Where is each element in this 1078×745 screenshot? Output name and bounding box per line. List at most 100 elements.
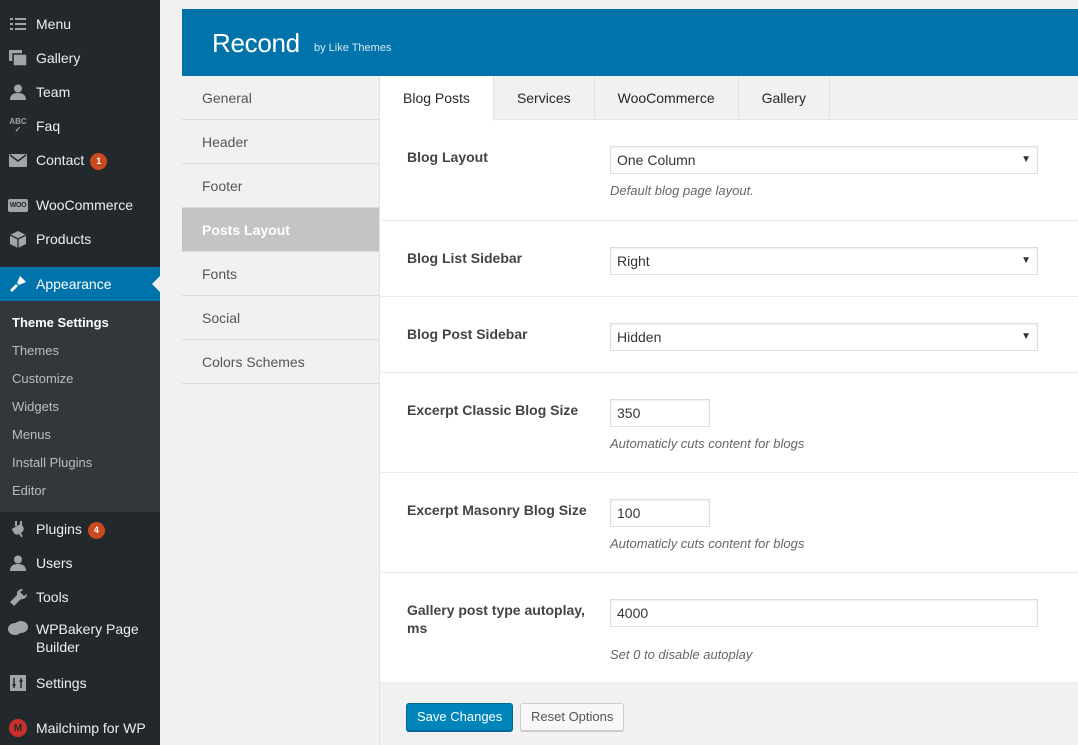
menu-item-label: Faq	[36, 118, 61, 134]
menu-item-label: Products	[36, 231, 92, 247]
field-label: Blog List Sidebar	[407, 250, 523, 266]
select-value: Right	[617, 253, 650, 269]
menu-item-team[interactable]: Team	[0, 75, 160, 109]
submenu-menus[interactable]: Menus	[0, 421, 160, 449]
appearance-icon	[0, 275, 36, 293]
nav-social[interactable]: Social	[182, 296, 379, 340]
menu-item-label: WooCommerce	[36, 197, 133, 213]
field-row-blog-post-sidebar: Blog Post Sidebar Hidden ▼	[380, 297, 1078, 373]
menu-item-label: Plugins	[36, 520, 82, 537]
submenu-editor[interactable]: Editor	[0, 477, 160, 505]
input-value: 350	[617, 405, 641, 421]
field-row-blog-layout: Blog Layout One Column ▼ Default blog pa…	[380, 120, 1078, 221]
menu-item-label: Tools	[36, 589, 69, 605]
excerpt-classic-input[interactable]: 350	[610, 399, 710, 427]
menu-item-appearance[interactable]: Appearance	[0, 267, 160, 301]
field-description: Automaticly cuts content for blogs	[610, 436, 805, 451]
tab-blog-posts[interactable]: Blog Posts	[380, 76, 494, 121]
select-value: One Column	[617, 152, 696, 168]
excerpt-masonry-input[interactable]: 100	[610, 499, 710, 527]
options-tabs: Blog Posts Services WooCommerce Gallery	[380, 76, 1078, 121]
menu-item-label: Users	[36, 555, 73, 571]
menu-item-label: Gallery	[36, 50, 81, 66]
blog-layout-select[interactable]: One Column ▼	[610, 146, 1038, 174]
menu-item-plugins[interactable]: Plugins 4	[0, 512, 160, 546]
options-content: Blog Posts Services WooCommerce Gallery …	[380, 76, 1078, 745]
submenu-widgets[interactable]: Widgets	[0, 393, 160, 421]
menu-item-settings[interactable]: Settings	[0, 666, 160, 700]
menu-item-users[interactable]: Users	[0, 546, 160, 580]
mailchimp-icon: M	[0, 719, 36, 737]
wpbakery-icon	[0, 621, 36, 635]
menu-item-mailchimp[interactable]: M Mailchimp for WP	[0, 711, 160, 745]
menu-item-woocommerce[interactable]: WOO WooCommerce	[0, 188, 160, 222]
reset-options-button[interactable]: Reset Options	[520, 703, 625, 731]
theme-author: by Like Themes	[314, 42, 392, 54]
field-description: Automaticly cuts content for blogs	[610, 536, 805, 551]
menu-item-products[interactable]: Products	[0, 222, 160, 256]
users-icon	[0, 555, 36, 571]
options-footer: Save Changes Reset Options	[380, 683, 1078, 745]
field-description: Default blog page layout.	[610, 183, 754, 198]
menu-item-faq[interactable]: ABC ✓ Faq	[0, 109, 160, 143]
menu-item-label: Settings	[36, 675, 87, 691]
field-row-blog-list-sidebar: Blog List Sidebar Right ▼	[380, 221, 1078, 297]
menu-icon	[0, 17, 36, 31]
menu-item-label: Appearance	[36, 276, 112, 292]
menu-item-wpbakery[interactable]: WPBakery Page Builder	[0, 616, 160, 660]
tab-woocommerce[interactable]: WooCommerce	[595, 76, 739, 120]
submenu-theme-settings[interactable]: Theme Settings	[0, 309, 160, 337]
menu-item-label: Mailchimp for WP	[36, 720, 146, 736]
nav-general[interactable]: General	[182, 76, 379, 120]
menu-item-label: Contact	[36, 151, 85, 168]
nav-fonts[interactable]: Fonts	[182, 252, 379, 296]
appearance-submenu: Theme Settings Themes Customize Widgets …	[0, 301, 160, 512]
products-icon	[0, 230, 36, 248]
tab-services[interactable]: Services	[494, 76, 595, 120]
theme-options-panel: Recond by Like Themes General Header Foo…	[182, 9, 1078, 745]
field-label: Blog Layout	[407, 149, 488, 165]
field-label: Excerpt Classic Blog Size	[407, 402, 579, 418]
blog-list-sidebar-select[interactable]: Right ▼	[610, 247, 1038, 275]
tools-icon	[0, 588, 36, 606]
contact-icon	[0, 153, 36, 167]
options-side-nav: General Header Footer Posts Layout Fonts…	[182, 76, 380, 745]
save-changes-button[interactable]: Save Changes	[406, 703, 514, 731]
gallery-icon	[0, 50, 36, 66]
admin-sidebar: Menu Gallery Team ABC ✓ Faq Contact 1 WOO …	[0, 0, 160, 745]
submenu-themes[interactable]: Themes	[0, 337, 160, 365]
submenu-install-plugins[interactable]: Install Plugins	[0, 449, 160, 477]
theme-header: Recond by Like Themes	[182, 9, 1078, 76]
input-value: 100	[617, 505, 641, 521]
nav-posts-layout[interactable]: Posts Layout	[182, 208, 379, 252]
plugins-icon	[0, 520, 36, 538]
faq-icon: ABC ✓	[9, 117, 27, 134]
notification-badge: 4	[87, 521, 105, 539]
select-value: Hidden	[617, 329, 662, 345]
menu-item-label: WPBakery Page Builder	[36, 621, 139, 655]
menu-item-tools[interactable]: Tools	[0, 580, 160, 614]
gallery-autoplay-input[interactable]: 4000	[610, 599, 1038, 627]
submenu-customize[interactable]: Customize	[0, 365, 160, 393]
field-row-excerpt-classic: Excerpt Classic Blog Size 350 Automaticl…	[380, 373, 1078, 473]
menu-item-label: Menu	[36, 16, 72, 32]
theme-title: Recond	[212, 28, 300, 58]
dropdown-arrow-icon: ▼	[1021, 255, 1031, 266]
menu-item-contact[interactable]: Contact 1	[0, 143, 160, 177]
nav-header[interactable]: Header	[182, 120, 379, 164]
blog-post-sidebar-select[interactable]: Hidden ▼	[610, 323, 1038, 351]
menu-item-gallery[interactable]: Gallery	[0, 41, 160, 75]
menu-item-menu[interactable]: Menu	[0, 7, 160, 41]
nav-colors-schemes[interactable]: Colors Schemes	[182, 340, 379, 384]
input-value: 4000	[617, 605, 649, 621]
tab-gallery[interactable]: Gallery	[739, 76, 830, 120]
field-label: Excerpt Masonry Blog Size	[407, 502, 587, 518]
field-row-excerpt-masonry: Excerpt Masonry Blog Size 100 Automaticl…	[380, 473, 1078, 573]
menu-item-label: Team	[36, 84, 71, 100]
field-row-gallery-autoplay: Gallery post type autoplay, ms 4000 Set …	[380, 573, 1078, 683]
team-icon	[0, 84, 36, 100]
field-label: Blog Post Sidebar	[407, 326, 528, 342]
dropdown-arrow-icon: ▼	[1021, 331, 1031, 342]
nav-footer[interactable]: Footer	[182, 164, 379, 208]
settings-icon	[0, 675, 36, 691]
